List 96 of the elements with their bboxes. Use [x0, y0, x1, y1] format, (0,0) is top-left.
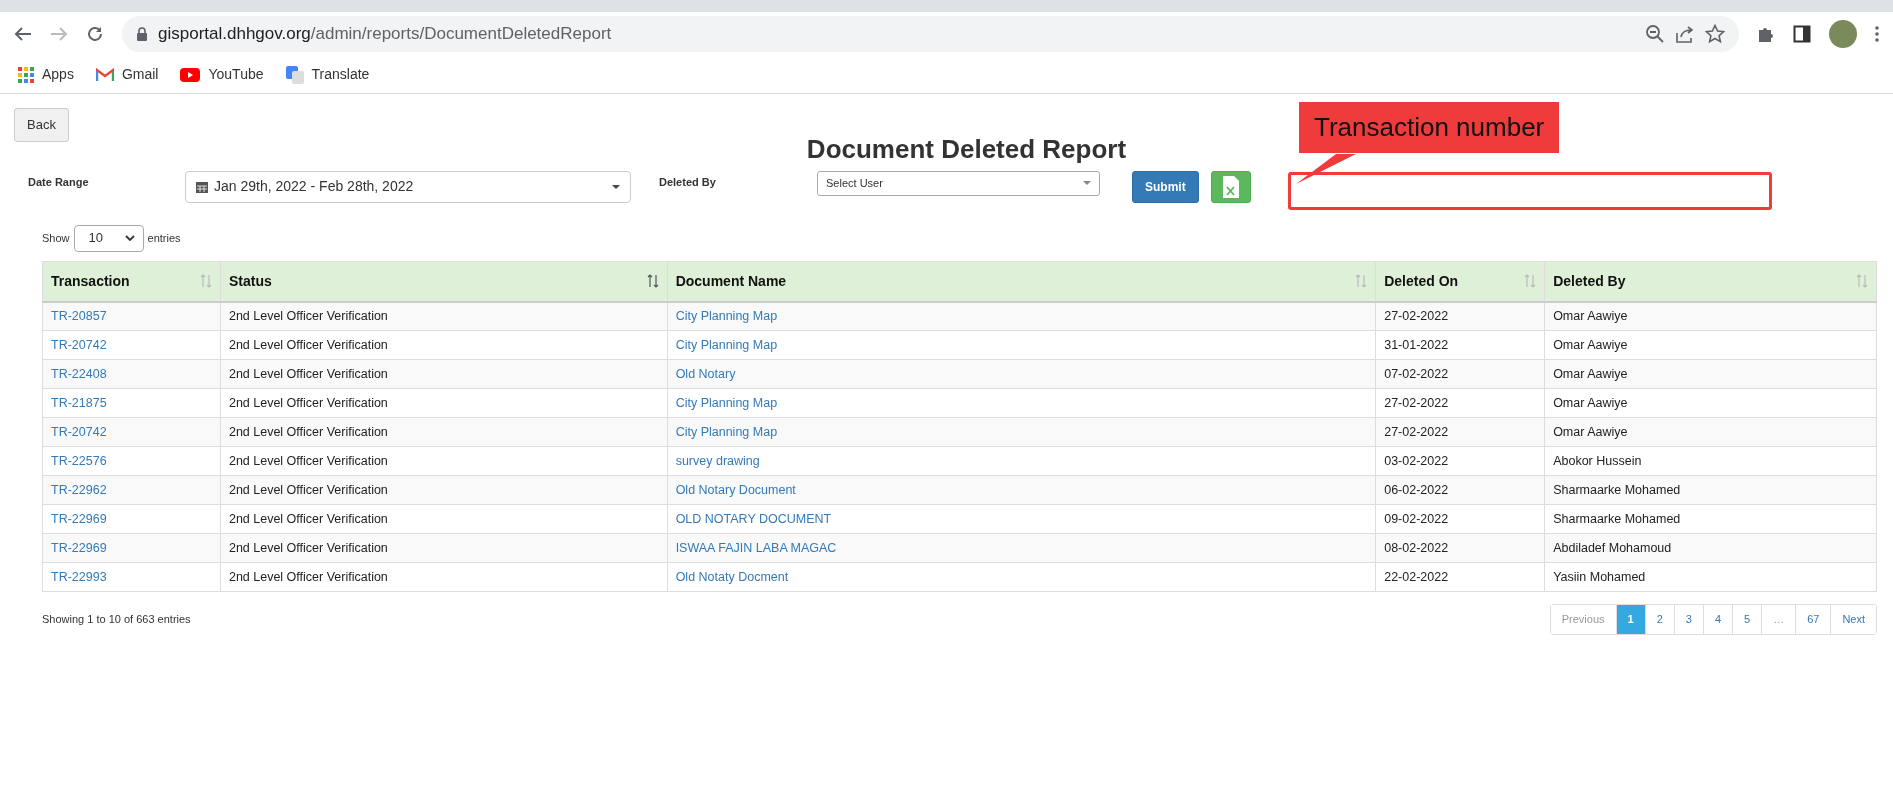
table-cell: 2nd Level Officer Verification	[220, 301, 668, 331]
table-cell: 06-02-2022	[1375, 475, 1545, 505]
spreadsheet-file-icon	[1222, 175, 1239, 198]
transaction-link[interactable]: TR-22962	[51, 482, 107, 497]
table-cell: 2nd Level Officer Verification	[220, 562, 668, 592]
column-header[interactable]: Transaction	[42, 261, 221, 302]
caret-icon	[1083, 181, 1091, 185]
table-cell: Omar Aawiye	[1544, 359, 1877, 389]
entries-label: entries	[147, 230, 181, 246]
document-link[interactable]: ISWAA FAJIN LABA MAGAC	[675, 540, 837, 555]
star-icon[interactable]	[1705, 24, 1725, 44]
excel-export-button[interactable]	[1210, 170, 1251, 203]
avatar-icon[interactable]	[1829, 20, 1857, 48]
transaction-link[interactable]: TR-20742	[51, 337, 107, 352]
column-header[interactable]: Status	[220, 261, 668, 302]
translate-icon	[285, 65, 304, 84]
reload-icon[interactable]	[86, 25, 104, 43]
play-button-icon	[180, 67, 201, 82]
apps-grid-icon	[18, 66, 34, 83]
transaction-link[interactable]: TR-21875	[51, 395, 107, 410]
transaction-link[interactable]: TR-20857	[51, 308, 107, 323]
table-cell: 2nd Level Officer Verification	[220, 388, 668, 418]
table-cell: 09-02-2022	[1375, 504, 1545, 534]
table-cell: Abokor Hussein	[1544, 446, 1877, 476]
document-link[interactable]: City Planning Map	[675, 395, 778, 410]
submit-button[interactable]: Submit	[1132, 170, 1199, 203]
side-panel-icon[interactable]	[1793, 25, 1811, 43]
table-cell: Sharmaarke Mohamed	[1544, 504, 1877, 534]
caret-icon	[612, 184, 620, 189]
column-header[interactable]: Deleted On	[1375, 261, 1545, 302]
transaction-link[interactable]: TR-20742	[51, 424, 107, 439]
share-icon[interactable]	[1675, 25, 1695, 43]
table-cell: 27-02-2022	[1375, 388, 1545, 418]
table-cell: 2nd Level Officer Verification	[220, 359, 668, 389]
table-cell: Omar Aawiye	[1544, 301, 1877, 331]
transaction-link[interactable]: TR-22408	[51, 366, 107, 381]
table-cell: 2nd Level Officer Verification	[220, 330, 668, 360]
pagination-link[interactable]: Next	[1830, 605, 1876, 634]
column-header[interactable]: Document Name	[667, 261, 1376, 302]
document-link[interactable]: Old Notary Document	[675, 482, 796, 497]
table-cell: Abdiladef Mohamoud	[1544, 533, 1877, 563]
table-cell: 31-01-2022	[1375, 330, 1545, 360]
table-cell: 07-02-2022	[1375, 359, 1545, 389]
bookmark-link[interactable]: YouTube	[180, 64, 264, 85]
filter-label: Deleted By	[659, 174, 717, 190]
transaction-link[interactable]: TR-22993	[51, 569, 107, 584]
table-cell: 03-02-2022	[1375, 446, 1545, 476]
date-range-field[interactable]: Jan 29th, 2022 - Feb 28th, 2022	[185, 170, 631, 203]
url-text: gisportal.dhhgov.org/admin/reports/DocumentDeletedReport	[158, 23, 612, 46]
user-select[interactable]: Select User	[817, 170, 1100, 196]
entries-select[interactable]: 10	[73, 224, 144, 252]
document-link[interactable]: Old Notary	[675, 366, 736, 381]
document-link[interactable]: Old Notaty Docment	[675, 569, 789, 584]
back-arrow-icon[interactable]	[14, 26, 32, 42]
column-header[interactable]: Deleted By	[1544, 261, 1877, 302]
back-button[interactable]: Back	[14, 108, 69, 142]
table-cell: 2nd Level Officer Verification	[220, 475, 668, 505]
table-cell: Omar Aawiye	[1544, 330, 1877, 360]
table-cell: 08-02-2022	[1375, 533, 1545, 563]
table-cell: Yasiin Mohamed	[1544, 562, 1877, 592]
document-link[interactable]: survey drawing	[675, 453, 760, 468]
table-cell: 2nd Level Officer Verification	[220, 446, 668, 476]
transaction-link[interactable]: TR-22576	[51, 453, 107, 468]
more-menu-icon[interactable]	[1875, 26, 1879, 42]
address-bar[interactable]: gisportal.dhhgov.org/admin/reports/DocumentDeletedReport	[122, 16, 1739, 52]
document-link[interactable]: City Planning Map	[675, 308, 778, 323]
table-cell: 27-02-2022	[1375, 417, 1545, 447]
page-title: Document Deleted Report	[805, 132, 1128, 166]
sorted-arrows-icon[interactable]	[646, 274, 659, 288]
transaction-link[interactable]: TR-22969	[51, 511, 107, 526]
entries-label: Show	[42, 230, 70, 246]
table-cell: 2nd Level Officer Verification	[220, 417, 668, 447]
callout-pointer	[1296, 154, 1356, 184]
document-link[interactable]: OLD NOTARY DOCUMENT	[675, 511, 832, 526]
document-link[interactable]: City Planning Map	[675, 337, 778, 352]
bookmark-link[interactable]: Apps	[18, 64, 74, 85]
table-cell: Omar Aawiye	[1544, 388, 1877, 418]
zoom-out-icon[interactable]	[1645, 24, 1665, 44]
chevron-down-icon	[124, 235, 135, 241]
document-link[interactable]: City Planning Map	[675, 424, 778, 439]
bookmark-link[interactable]: Translate	[285, 64, 370, 85]
filter-label: Date Range	[28, 174, 90, 190]
table-cell: Omar Aawiye	[1544, 417, 1877, 447]
puzzle-piece-icon[interactable]	[1757, 25, 1775, 43]
entries-info: Showing 1 to 10 of 663 entries	[42, 612, 191, 627]
table-cell: 2nd Level Officer Verification	[220, 504, 668, 534]
calendar-icon	[196, 180, 208, 193]
bookmark-link[interactable]: Gmail	[95, 64, 159, 85]
table-cell: 27-02-2022	[1375, 301, 1545, 331]
envelope-icon	[95, 67, 114, 82]
lock-icon	[136, 27, 148, 41]
table-cell: Sharmaarke Mohamed	[1544, 475, 1877, 505]
table-cell: 2nd Level Officer Verification	[220, 533, 668, 563]
transaction-link[interactable]: TR-22969	[51, 540, 107, 555]
pagination-link[interactable]: 1	[1615, 605, 1645, 634]
table-cell: 22-02-2022	[1375, 562, 1545, 592]
